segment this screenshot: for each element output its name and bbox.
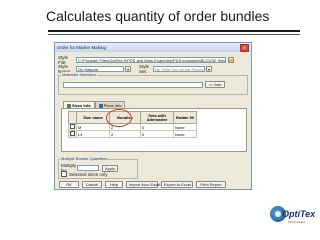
corner-cell — [68, 111, 77, 124]
title-rule-thin — [48, 34, 300, 35]
style-set-field[interactable]: No Style Set (all the Pieces) — [153, 66, 205, 72]
ok-button[interactable]: OK — [59, 181, 79, 188]
optitex-logo: OptiTex Technologies — [270, 204, 316, 230]
selected-only-row: Selected sizes only — [61, 171, 108, 177]
table-row[interactable]: L4 2 0 None — [68, 130, 197, 138]
dialog-footer: OK Cancel Help Import from Excel Export … — [59, 181, 226, 188]
cell-rotate[interactable]: None — [173, 123, 197, 131]
column-header-rotate[interactable]: Rotate 90 — [173, 111, 197, 124]
chevron-down-icon: ▾ — [126, 67, 129, 72]
column-header-size[interactable]: Size name — [76, 111, 110, 124]
cell-rotate[interactable]: None — [173, 130, 197, 138]
row-checkbox[interactable] — [70, 131, 75, 136]
selected-only-label: Selected sizes only — [69, 171, 108, 177]
close-icon[interactable]: x — [240, 43, 249, 52]
style-file-field[interactable]: C:\Program Files\OptiTex 9\PDS and Mark … — [76, 57, 226, 63]
row-selector[interactable] — [68, 130, 77, 138]
row-checkbox[interactable] — [70, 124, 75, 129]
import-excel-button[interactable]: Import from Excel — [126, 181, 160, 188]
bundles-highlight-annotation — [106, 109, 132, 127]
cell-bundles[interactable]: 2 — [109, 130, 141, 138]
export-excel-button[interactable]: Export to Excel — [161, 181, 193, 188]
print-report-button[interactable]: Print Report — [196, 181, 226, 188]
selected-only-checkbox[interactable] — [61, 171, 67, 177]
sizes-table: Size name Bundles Sets with Alternative … — [68, 111, 197, 138]
logo-wordmark: OptiTex — [282, 209, 316, 219]
bundle-group-label: Multiple Bundle Quantities — [60, 156, 109, 161]
browse-style-button[interactable] — [228, 57, 234, 63]
cell-sets[interactable]: 0 — [140, 123, 174, 131]
materials-group-label: Materials Selection — [61, 72, 97, 77]
title-rule — [48, 30, 300, 32]
row-selector[interactable] — [68, 123, 77, 131]
materials-row: << Add — [63, 81, 225, 88]
pieces-icon — [98, 103, 103, 108]
logo-tagline: Technologies — [288, 220, 306, 224]
dialog-title: Order for Marker Making — [57, 45, 107, 50]
materials-field[interactable] — [63, 81, 203, 88]
cancel-button[interactable]: Cancel — [82, 181, 102, 188]
sizes-grid-panel: Size name Bundles Sets with Alternative … — [61, 108, 247, 152]
cell-size[interactable]: M — [76, 123, 110, 131]
column-header-sets[interactable]: Sets with Alternative — [140, 111, 174, 124]
sizes-icon — [67, 103, 71, 108]
add-material-button[interactable]: << Add — [205, 81, 225, 88]
dialog-titlebar: Order for Marker Making x — [55, 43, 251, 52]
table-row[interactable]: M 2 0 None — [68, 123, 197, 131]
folder-icon — [229, 59, 233, 62]
style-set-label: Style Set: — [139, 64, 150, 74]
style-set-dropdown[interactable]: ▾ — [206, 66, 212, 72]
order-dialog: Order for Marker Making x Style File: C:… — [54, 42, 252, 190]
slide-title: Calculates quantity of order bundles — [46, 8, 270, 24]
help-button[interactable]: Help — [105, 181, 123, 188]
chevron-down-icon: ▾ — [207, 67, 210, 72]
style-name-dropdown[interactable]: ▾ — [125, 66, 131, 72]
cell-size[interactable]: L4 — [76, 130, 110, 138]
cell-sets[interactable]: 0 — [140, 130, 174, 138]
